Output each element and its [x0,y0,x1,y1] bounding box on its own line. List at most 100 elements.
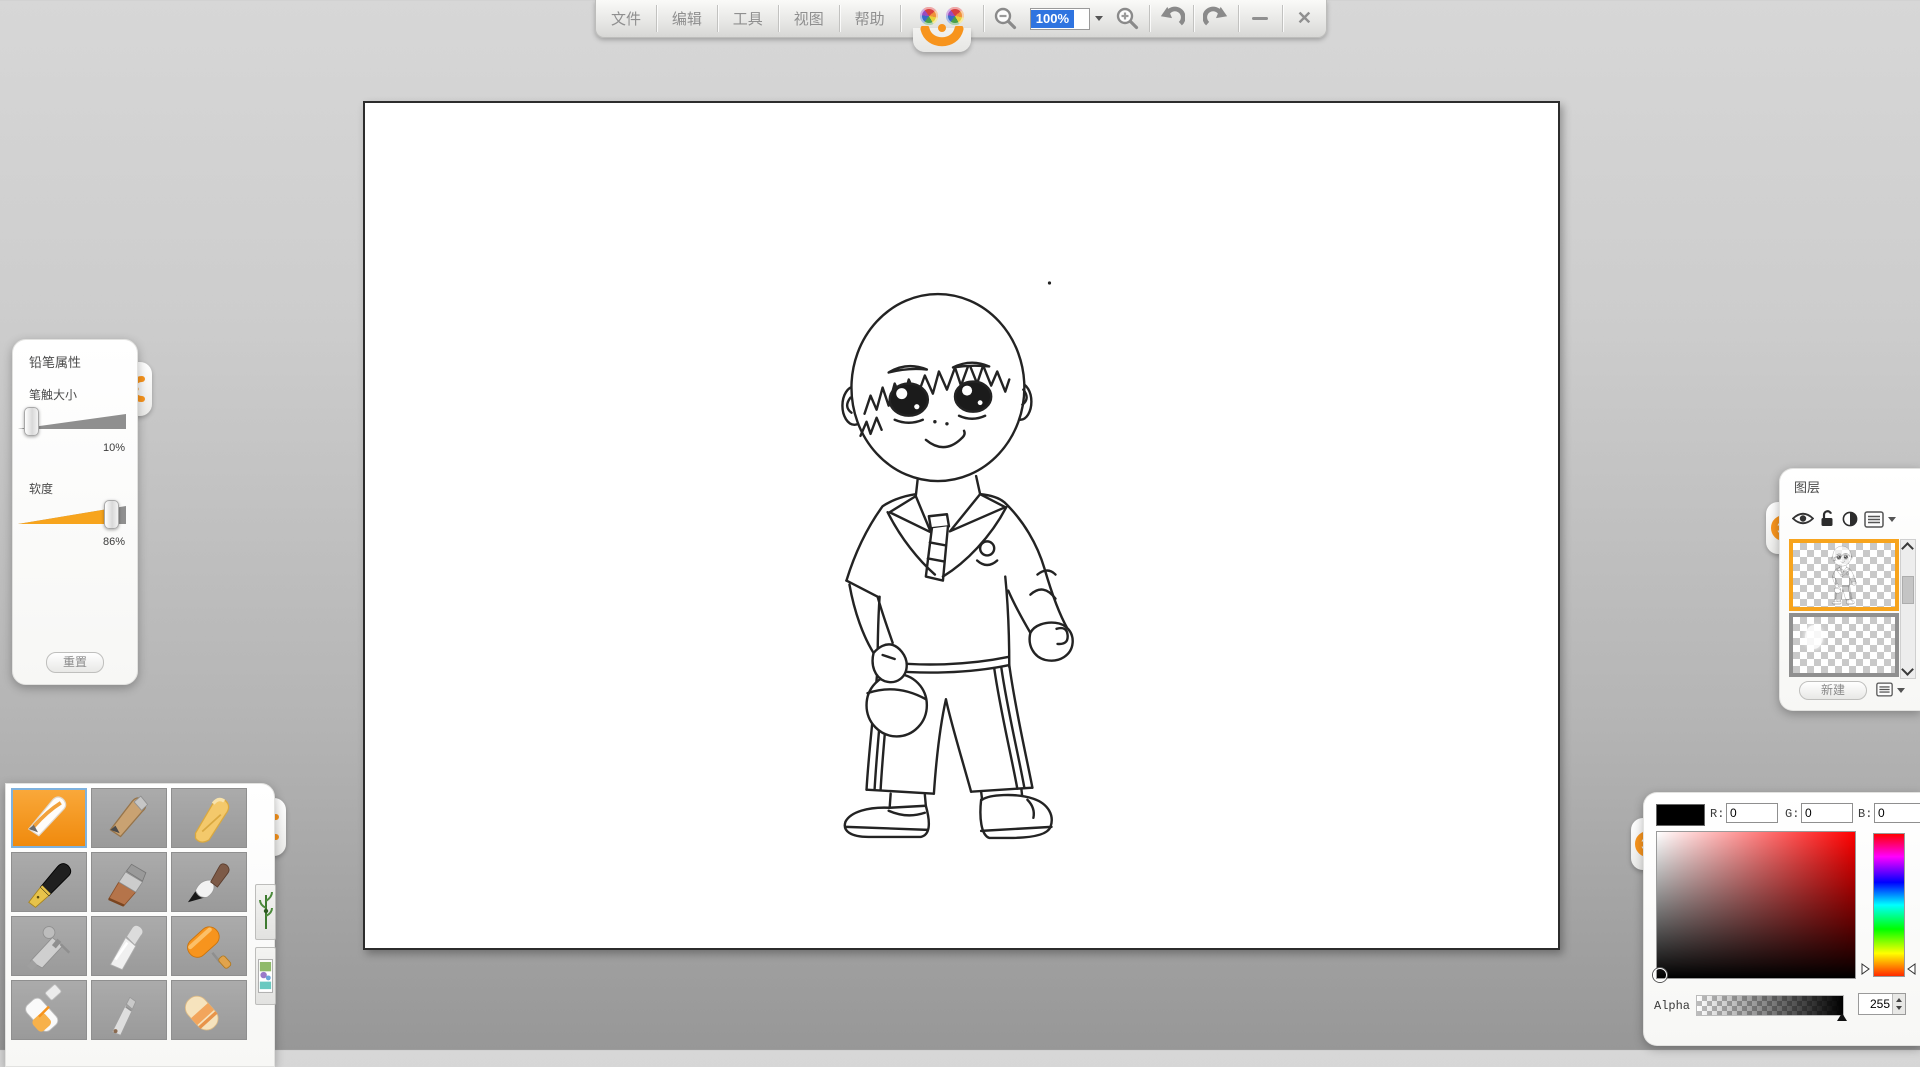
list-icon [1876,682,1893,697]
chevron-down-icon [1888,517,1896,522]
alpha-slider[interactable] [1696,995,1844,1016]
tool-airbrush[interactable] [11,916,87,976]
tool-paint-roller[interactable] [171,916,247,976]
logo-left-eye-icon [920,7,938,25]
plant-stamp-icon [259,891,273,933]
layer-2-preview [1805,625,1823,649]
zoom-level-dropdown[interactable] [1092,0,1106,37]
menu-tools-label: 工具 [733,8,763,29]
paint-bottle-tool-icon [18,983,80,1037]
reset-button-label: 重置 [63,655,87,669]
blue-input[interactable] [1874,803,1920,823]
alpha-gradient [1697,996,1843,1015]
layer-visibility-button[interactable] [1792,511,1814,526]
tool-liner-brush[interactable] [91,980,167,1040]
chevron-down-icon [1095,16,1103,21]
tool-ink-brush[interactable] [171,852,247,912]
zoom-in-icon [1115,6,1140,31]
alpha-marker[interactable] [1837,1013,1847,1021]
spinner-up-icon[interactable] [1896,998,1902,1002]
logo-right-eye-icon [946,7,964,25]
menu-help[interactable]: 帮助 [840,0,900,37]
menu-file-label: 文件 [611,8,641,29]
menu-edit[interactable]: 编辑 [657,0,717,37]
pencil-properties-panel: 铅笔属性 笔触大小 10% 软度 86% 重置 [12,339,138,685]
picture-stamp-button[interactable] [255,947,276,1005]
layer-list-menu-button[interactable] [1876,682,1893,697]
tool-paint-bottle[interactable] [11,980,87,1040]
layer-list-menu-dropdown[interactable] [1897,688,1905,693]
wood-pencil-tool-icon [98,791,160,845]
scrollbar-thumb[interactable] [1902,576,1914,604]
close-button[interactable]: ✕ [1283,0,1326,37]
minimize-button[interactable] [1239,0,1282,37]
menu-view[interactable]: 视图 [779,0,839,37]
current-color-swatch [1656,804,1705,826]
menu-view-label: 视图 [794,8,824,29]
red-input[interactable] [1726,803,1778,823]
brush-size-value: 10% [13,442,125,454]
green-input[interactable] [1801,803,1853,823]
alpha-spinner [1858,993,1906,1015]
eye-icon [1792,511,1814,526]
layer-lock-button[interactable] [1820,509,1835,527]
softness-slider[interactable] [18,498,128,532]
hue-marker-left[interactable] [1861,963,1870,975]
plant-stamp-button[interactable] [255,884,276,940]
new-layer-button[interactable]: 新建 [1799,681,1867,700]
unlock-icon [1820,509,1835,527]
menu-help-label: 帮助 [855,8,885,29]
hue-strip[interactable] [1873,833,1905,977]
spinner-down-icon[interactable] [1896,1006,1902,1010]
tool-wood-pencil[interactable] [91,788,167,848]
layer-options-button[interactable] [1864,511,1884,528]
menu-file[interactable]: 文件 [596,0,656,37]
layer-options-dropdown[interactable] [1888,517,1896,522]
color-picker-panel: R: G: B: Alpha [1643,792,1920,1046]
blue-label: B: [1858,807,1872,821]
saturation-value-square[interactable] [1656,831,1856,979]
red-label: R: [1710,807,1724,821]
undo-icon [1159,6,1185,32]
hue-marker-right[interactable] [1907,963,1916,975]
redo-button[interactable] [1194,0,1237,37]
close-icon: ✕ [1297,8,1312,29]
undo-button[interactable] [1150,0,1193,37]
tool-palette-knife[interactable] [91,916,167,976]
scroll-down-button[interactable] [1901,665,1913,678]
brush-size-handle[interactable] [24,407,39,436]
app-logo-button[interactable] [901,0,984,37]
tool-pencil[interactable] [11,788,87,848]
tool-fountain-pen[interactable] [11,852,87,912]
chevron-down-icon [1901,663,1914,676]
scroll-up-button[interactable] [1901,540,1913,553]
zoom-out-button[interactable] [984,0,1027,37]
drawing-canvas[interactable] [363,101,1560,950]
brush-size-slider[interactable] [18,404,128,438]
fountain-pen-tool-icon [18,855,80,909]
zoom-level-input[interactable]: 100% [1030,8,1090,30]
tool-crayon[interactable] [171,788,247,848]
tool-grid [11,788,253,1040]
layers-scrollbar[interactable] [1900,539,1916,679]
alpha-label: Alpha [1654,999,1690,1013]
alpha-value-input[interactable] [1859,994,1892,1014]
minimize-icon [1252,17,1268,20]
green-label: G: [1785,807,1799,821]
tool-eraser[interactable] [171,980,247,1040]
list-icon [1864,511,1884,528]
tool-flat-brush[interactable] [91,852,167,912]
menu-edit-label: 编辑 [672,8,702,29]
half-circle-icon [1842,511,1858,527]
zoom-in-button[interactable] [1106,0,1149,37]
layer-blend-button[interactable] [1842,511,1858,527]
tool-palette-panel [5,783,275,1067]
layers-panel-title: 图层 [1794,477,1820,496]
layer-1-thumbnail-selected[interactable] [1789,539,1899,611]
reset-button[interactable]: 重置 [46,652,104,673]
paint-roller-tool-icon [178,919,240,973]
softness-handle[interactable] [104,500,119,529]
layer-2-thumbnail[interactable] [1789,613,1899,677]
layers-panel: 图层 [1779,468,1920,711]
menu-tools[interactable]: 工具 [718,0,778,37]
